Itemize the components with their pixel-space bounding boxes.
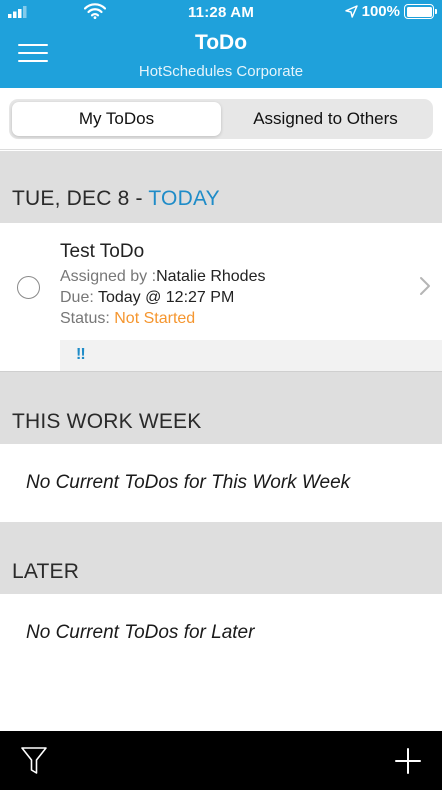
segmented-control: My ToDos Assigned to Others — [9, 99, 433, 139]
tab-bar: My ToDos Assigned to Others — [0, 88, 442, 150]
page-subtitle: HotSchedules Corporate — [138, 63, 304, 80]
complete-radio-button[interactable] — [17, 276, 40, 299]
tab-assigned-to-others[interactable]: Assigned to Others — [221, 102, 430, 136]
section-header-work-week: THIS WORK WEEK — [0, 371, 442, 444]
assigned-by-label: Assigned by : — [60, 268, 157, 285]
priority-strip: !! — [60, 340, 442, 371]
section-header-today: TUE, DEC 8 - TODAY — [0, 151, 442, 223]
page-title: ToDo — [194, 31, 248, 54]
empty-message-work-week: No Current ToDos for This Work Week — [26, 472, 351, 493]
battery-icon — [404, 4, 437, 19]
status-right: 100% — [344, 3, 437, 20]
app-header: 11:28 AM 100% ToDo HotSchedules Corporat… — [0, 0, 442, 88]
bottom-toolbar — [0, 731, 442, 790]
todo-list-item[interactable]: Test ToDo Assigned by :Natalie Rhodes Du… — [0, 223, 442, 371]
empty-message-later: No Current ToDos for Later — [26, 622, 255, 643]
section-label-work-week: THIS WORK WEEK — [12, 410, 202, 433]
section-date-label: TUE, DEC 8 - — [12, 187, 149, 210]
todo-title: Test ToDo — [60, 241, 145, 262]
due-label: Due: — [60, 289, 98, 306]
filter-icon[interactable] — [20, 746, 48, 776]
status-bar: 11:28 AM 100% — [0, 0, 442, 26]
add-icon[interactable] — [394, 747, 422, 775]
today-label: TODAY — [148, 187, 220, 210]
priority-indicator: !! — [76, 346, 86, 363]
chevron-right-icon — [420, 277, 430, 295]
location-arrow-icon — [344, 5, 358, 18]
empty-state-work-week: No Current ToDos for This Work Week — [0, 444, 442, 522]
todo-assigned-by: Assigned by :Natalie Rhodes — [60, 268, 265, 286]
tab-my-todos[interactable]: My ToDos — [12, 102, 221, 136]
status-value: Not Started — [114, 310, 196, 327]
assigned-by-value: Natalie Rhodes — [156, 268, 266, 285]
due-value: Today @ 12:27 PM — [97, 289, 235, 306]
todo-status: Status: Not Started — [60, 310, 195, 328]
todo-due: Due: Today @ 12:27 PM — [60, 289, 234, 307]
empty-state-later: No Current ToDos for Later — [0, 594, 442, 731]
section-label-later: LATER — [12, 560, 80, 583]
section-header-later: LATER — [0, 522, 442, 594]
status-label: Status: — [60, 310, 115, 327]
battery-percent: 100% — [361, 3, 400, 20]
